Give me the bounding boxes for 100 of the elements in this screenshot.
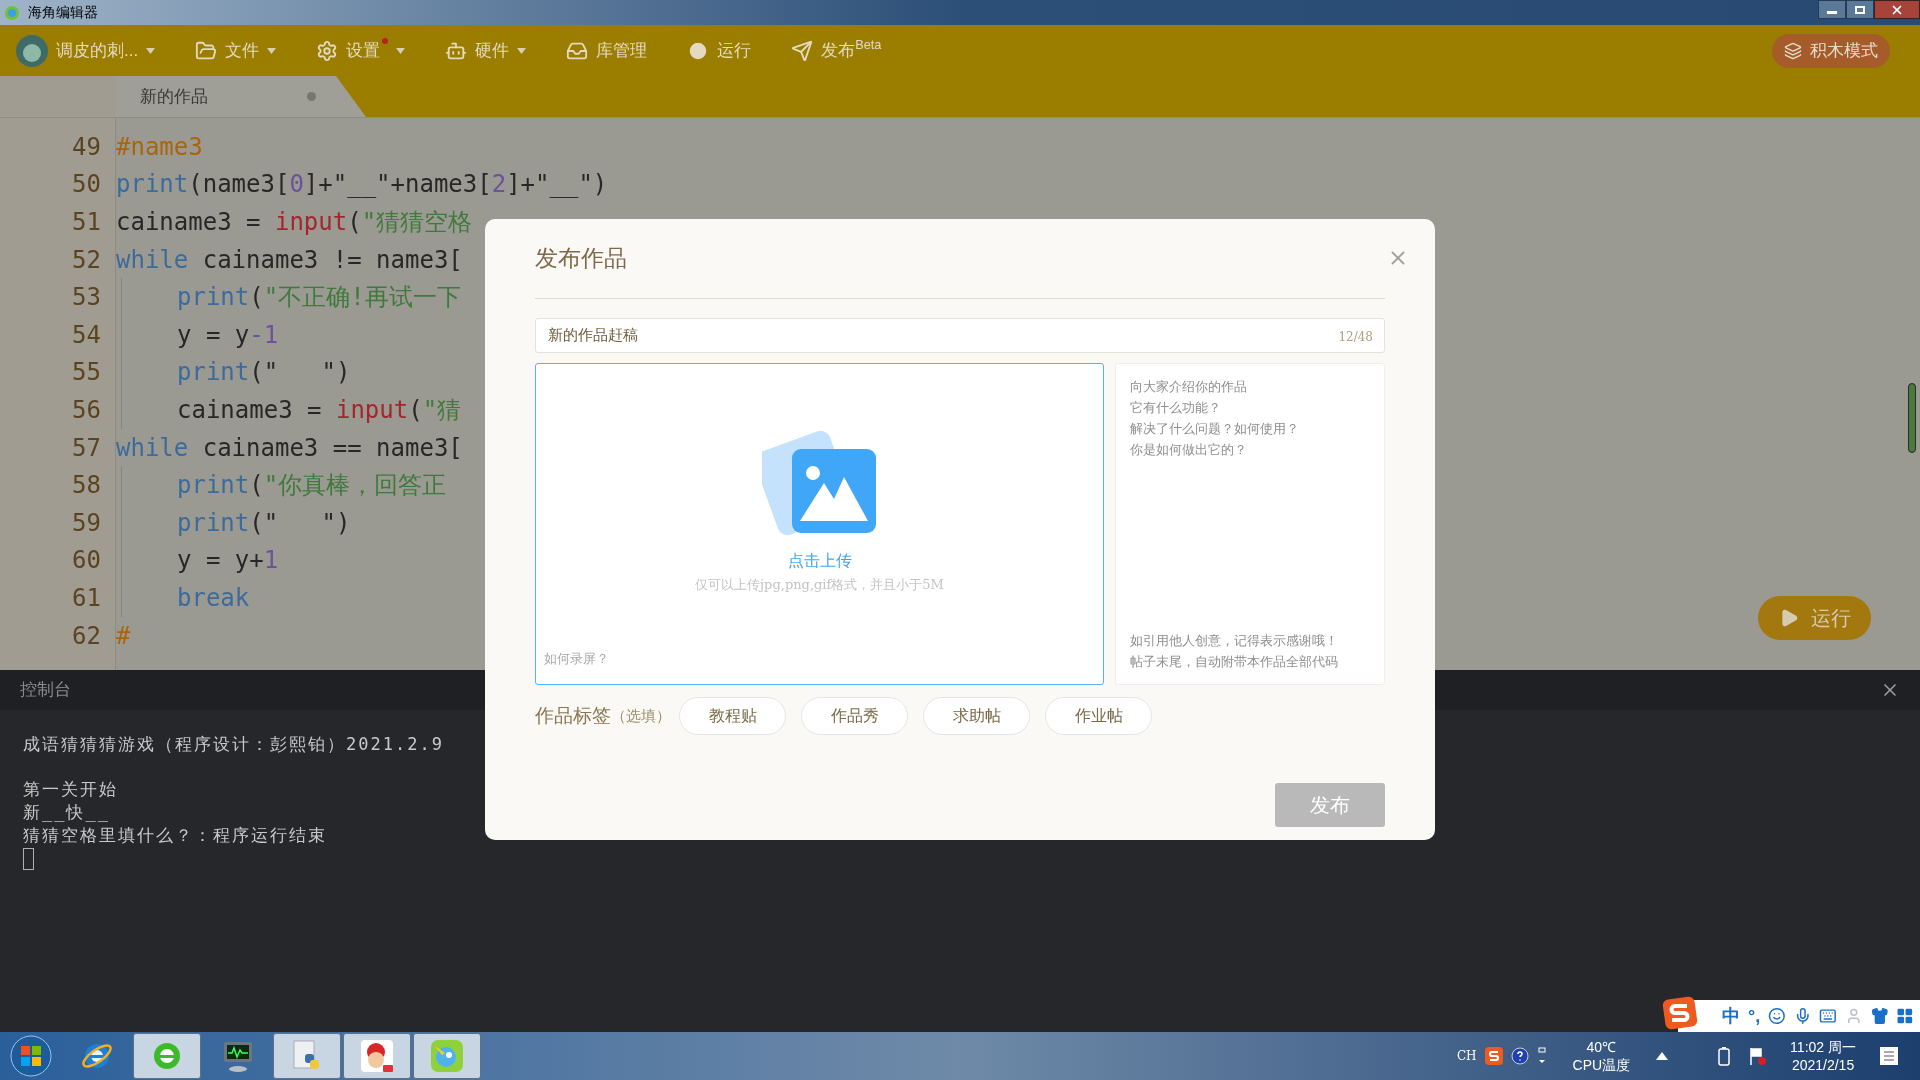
toolbar-menu[interactable]: 文件 [195,37,277,64]
dialog-title: 发布作品 [535,244,627,274]
line-number: 55 [72,357,101,389]
sogou-icon[interactable] [1484,1047,1503,1065]
shirt-icon[interactable] [1870,1006,1889,1026]
line-number: 58 [72,470,101,502]
line-number: 52 [72,244,101,276]
code-line: while cainame3 == name3[ [116,432,463,464]
cpu-temperature[interactable]: 40℃ CPU温度 [1572,1038,1631,1074]
description-field[interactable]: 向大家介绍你的作品 它有什么功能？ 解决了什么问题？如何使用？ 你是如何做出它的？ 如引用他人创意，记得表示感谢哦！ 帖子末尾，自动附带本作品全部代码 [1115,363,1385,685]
clock[interactable]: 11:02 周一 2021/2/15 [1790,1038,1856,1074]
line-number: 62 [72,620,101,652]
menu-icon [316,39,339,62]
code-line: y = y+1 [177,545,279,577]
text-cursor [23,848,34,870]
emoji-icon[interactable] [1768,1006,1786,1026]
caret-icon [267,47,277,54]
layers-icon [1784,41,1802,60]
language-indicator[interactable]: CH [1456,1047,1477,1065]
run-button[interactable]: 运行 [1758,596,1871,640]
start-button[interactable] [9,1034,53,1078]
menu-icon [687,39,710,62]
console-output-line: 成语猜猜猜游戏（程序设计：彭熙铂）2021.2.9 [23,733,444,755]
sogou-logo-icon[interactable] [1662,996,1698,1030]
battery-icon[interactable] [1718,1046,1731,1066]
scrollbar-thumb[interactable] [1908,383,1916,453]
user-menu[interactable]: 调皮的刺... [16,34,156,67]
line-number: 53 [72,282,101,314]
tags-label: 作品标签 [535,703,611,728]
toolbar-menu[interactable]: 设置 [316,37,406,64]
help-icon[interactable] [1510,1047,1529,1065]
keyboard-icon[interactable] [1819,1006,1838,1026]
placeholder-text: 解决了什么问题？如何使用？ [1130,420,1299,438]
grid-icon[interactable] [1896,1006,1914,1026]
line-number: 56 [72,394,101,426]
menu-icon [791,39,814,62]
code-line: break [177,582,250,614]
line-number: 49 [72,131,101,163]
console-output-line: 第一关开始 [23,778,118,800]
tray-expand-icon[interactable] [1536,1046,1547,1066]
punctuation-toggle[interactable]: °, [1748,1002,1761,1030]
toolbar-menu[interactable]: 发布$^{Beta}$ [791,37,882,64]
description-note: 帖子末尾，自动附带本作品全部代码 [1130,653,1338,671]
taskbar-app[interactable] [133,1033,201,1079]
tag-chip[interactable]: 求助帖 [923,697,1030,735]
code-line: #name3 [116,131,203,163]
optional-hint: （选填） [611,705,671,726]
maximize-button[interactable] [1846,0,1874,19]
code-line: cainame3 = input("猜猜空格 [116,207,473,238]
character-counter: 12/48 [1338,329,1373,346]
app-logo-icon [4,4,20,21]
code-line: print(name3[0]+"__"+name3[2]+"__") [116,169,608,201]
toolbar-menu[interactable]: 硬件 [445,37,527,64]
line-number: 60 [72,545,101,577]
window-title: 海角编辑器 [28,3,98,22]
screen-record-link[interactable]: 如何录屏？ [544,648,609,668]
taskbar-app[interactable] [273,1033,341,1079]
tag-chip[interactable]: 作品秀 [801,697,908,735]
code-line: y = y-1 [177,319,279,351]
upload-area[interactable]: 点击上传 仅可以上传jpg,png,gif格式，并且小于5M 如何录屏？ [535,363,1104,685]
minimize-icon [1827,11,1837,14]
code-line: print(" ") [177,507,351,539]
upload-label: 点击上传 [787,551,852,571]
notes-icon[interactable] [1878,1045,1900,1067]
tag-chip[interactable]: 教程贴 [679,697,786,735]
code-line: print(" ") [177,357,351,389]
cat-mascot-icon[interactable] [359,1038,395,1074]
console-title: 控制台 [20,679,71,702]
upload-hint: 仅可以上传jpg,png,gif格式，并且小于5M [695,576,944,594]
menu-icon [195,39,218,62]
minimize-button[interactable] [1818,0,1846,19]
line-number: 50 [72,169,101,201]
taskbar-app[interactable] [343,1033,411,1079]
placeholder-text: 你是如何做出它的？ [1130,441,1247,459]
line-number: 51 [72,207,101,238]
description-note: 如引用他人创意，记得表示感谢哦！ [1130,632,1338,650]
flag-icon[interactable] [1748,1046,1769,1066]
placeholder-text: 它有什么功能？ [1130,399,1221,417]
line-number: 59 [72,507,101,539]
caret-icon [146,47,156,54]
maximize-icon [1855,5,1865,14]
toolbar-menu[interactable]: 库管理 [566,37,648,64]
line-number: 61 [72,582,101,614]
block-mode-button[interactable]: 积木模式 [1772,33,1890,68]
console-output-line: 猜猜空格里填什么？：程序运行结束 [23,824,327,846]
line-number: 57 [72,432,101,464]
editor-tab[interactable]: 新的作品 [116,76,366,117]
tag-chip[interactable]: 作业帖 [1045,697,1152,735]
caret-icon [396,47,406,54]
toolbar-menu[interactable]: 运行 [687,37,752,64]
show-hidden-icons[interactable] [1656,1052,1669,1060]
line-number: 54 [72,319,101,351]
code-line: # [116,620,131,652]
code-line: print("不正确!再试一下 [177,282,461,314]
input-mode-toggle[interactable]: 中 [1722,1002,1740,1030]
caret-icon [517,47,527,54]
code-line: cainame3 = input("猜 [177,394,462,426]
avatar-icon [16,34,48,67]
close-button[interactable] [1874,0,1920,19]
placeholder-text: 向大家介绍你的作品 [1130,378,1247,396]
